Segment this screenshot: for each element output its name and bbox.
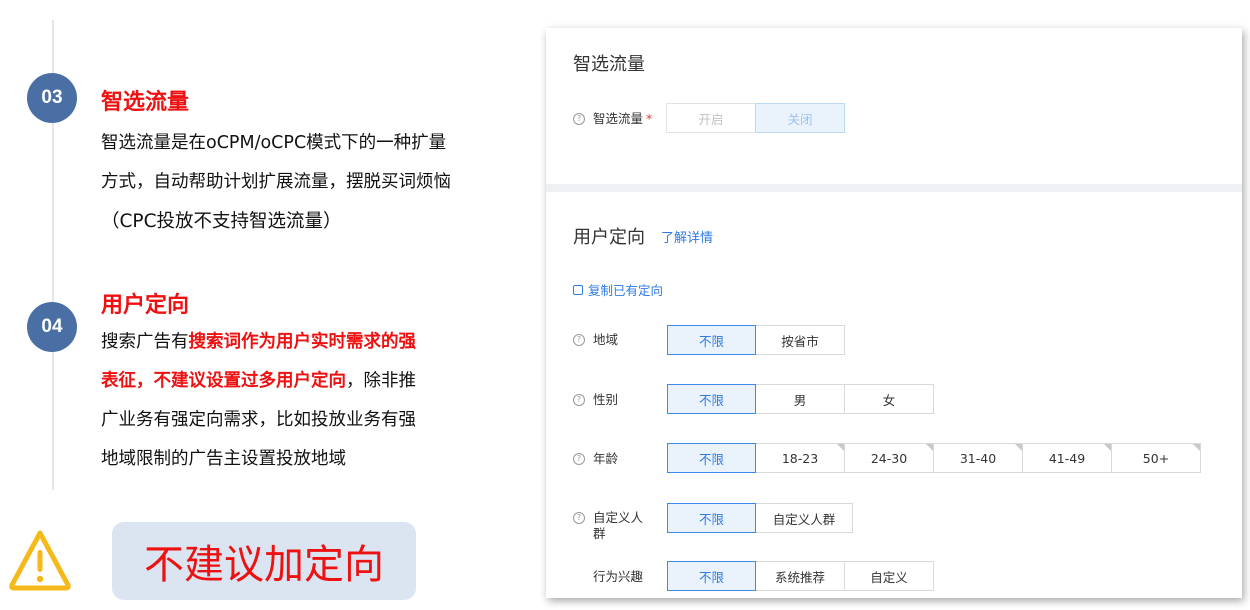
section-title-smart-traffic: 智选流量 (573, 54, 645, 75)
option-unlimited[interactable]: 不限 (667, 384, 756, 414)
option-female[interactable]: 女 (844, 384, 934, 414)
step-body-line: 地域限制的广告主设置投放地域 (101, 449, 346, 469)
age-selector: 不限 18-23 24-30 31-40 41-49 50+ (667, 443, 1201, 473)
step-body-line: 智选流量是在oCPM/oCPC模式下的一种扩量 (101, 133, 447, 153)
field-label-smart-traffic: ? 智选流量 * (573, 111, 652, 127)
step-body-user-targeting: 搜索广告有搜索词作为用户实时需求的强 表征，不建议设置过多用户定向，除非推 广业… (101, 323, 531, 479)
step-body-line: 广业务有强定向需求，比如投放业务有强 (101, 410, 416, 430)
copy-icon (573, 284, 583, 295)
step-body-line: 表征，不建议设置过多用户定向，除非推 (101, 362, 531, 401)
field-label-text: 自定义人 群 (593, 510, 643, 542)
step-title-smart-traffic: 智选流量 (101, 90, 190, 115)
help-icon[interactable]: ? (573, 512, 585, 524)
step-body-line: 方式，自动帮助计划扩展流量，摆脱买词烦恼 (101, 172, 451, 192)
copy-targeting-label: 复制已有定向 (588, 283, 664, 298)
copy-targeting-link[interactable]: 复制已有定向 (573, 280, 663, 299)
field-label-line: 群 (593, 526, 606, 541)
field-label-text: 性别 (593, 392, 619, 407)
step-body-line: 搜索广告有搜索词作为用户实时需求的强 (101, 323, 531, 362)
help-icon[interactable]: ? (573, 334, 585, 346)
warning-text: 不建议加定向 (144, 542, 384, 588)
step-body-line: （CPC投放不支持智选流量） (101, 211, 342, 232)
step-badge-03: 03 (27, 73, 77, 123)
behavior-interest-selector: 不限 系统推荐 自定义 (667, 561, 934, 591)
field-label-age: ? 年龄 (573, 451, 618, 467)
field-label-custom-audience: ? 自定义人 群 (573, 510, 643, 542)
option-disable[interactable]: 关闭 (755, 103, 845, 133)
option-by-province[interactable]: 按省市 (755, 325, 845, 355)
help-icon[interactable]: ? (573, 394, 585, 406)
targeting-settings-panel: 智选流量 ? 智选流量 * 开启 关闭 用户定向 了解详情 复制已有定向 ? 地… (546, 28, 1242, 598)
step-body-text: 搜索广告有 (101, 332, 189, 352)
option-age[interactable]: 50+ (1111, 443, 1201, 473)
gender-selector: 不限 男 女 (667, 384, 934, 414)
option-custom[interactable]: 自定义 (844, 561, 934, 591)
section-divider (546, 184, 1242, 192)
step-badge-04: 04 (27, 302, 77, 352)
field-label-text: 智选流量 (593, 111, 644, 126)
field-label-region: ? 地域 (573, 332, 618, 348)
step-body-highlight: 搜索词作为用户实时需求的强 (188, 332, 417, 352)
step-body-highlight: 表征，不建议设置过多用户定向 (101, 371, 346, 391)
step-body-smart-traffic: 智选流量是在oCPM/oCPC模式下的一种扩量 方式，自动帮助计划扩展流量，摆脱… (101, 124, 531, 241)
field-label-text: 行为兴趣 (593, 569, 644, 584)
learn-more-link[interactable]: 了解详情 (661, 227, 713, 246)
field-label-text: 年龄 (593, 451, 619, 466)
option-age[interactable]: 41-49 (1022, 443, 1112, 473)
help-icon[interactable]: ? (573, 113, 585, 125)
option-unlimited[interactable]: 不限 (667, 325, 756, 355)
option-age[interactable]: 24-30 (844, 443, 934, 473)
option-enable[interactable]: 开启 (666, 103, 756, 133)
custom-audience-selector: 不限 自定义人群 (667, 503, 853, 533)
field-label-line: 自定义人 (593, 510, 644, 525)
region-selector: 不限 按省市 (667, 325, 845, 355)
field-label-gender: ? 性别 (573, 392, 618, 408)
smart-traffic-toggle: 开启 关闭 (666, 103, 845, 133)
required-mark: * (646, 111, 653, 126)
help-icon[interactable]: ? (573, 453, 585, 465)
field-label-behavior-interest: 行为兴趣 (593, 569, 643, 585)
option-custom-audience[interactable]: 自定义人群 (755, 503, 853, 533)
option-age[interactable]: 31-40 (933, 443, 1023, 473)
option-male[interactable]: 男 (755, 384, 845, 414)
option-age[interactable]: 18-23 (755, 443, 845, 473)
section-title-user-targeting: 用户定向 (573, 227, 645, 248)
step-body-text: ，除非推 (346, 371, 416, 391)
warning-callout: 不建议加定向 (112, 522, 416, 600)
field-label-text: 地域 (593, 332, 619, 347)
warning-triangle-icon (9, 530, 71, 591)
option-system-recommend[interactable]: 系统推荐 (755, 561, 845, 591)
option-unlimited[interactable]: 不限 (667, 561, 756, 591)
step-title-user-targeting: 用户定向 (101, 293, 190, 318)
option-unlimited[interactable]: 不限 (667, 503, 756, 533)
option-unlimited[interactable]: 不限 (667, 443, 756, 473)
